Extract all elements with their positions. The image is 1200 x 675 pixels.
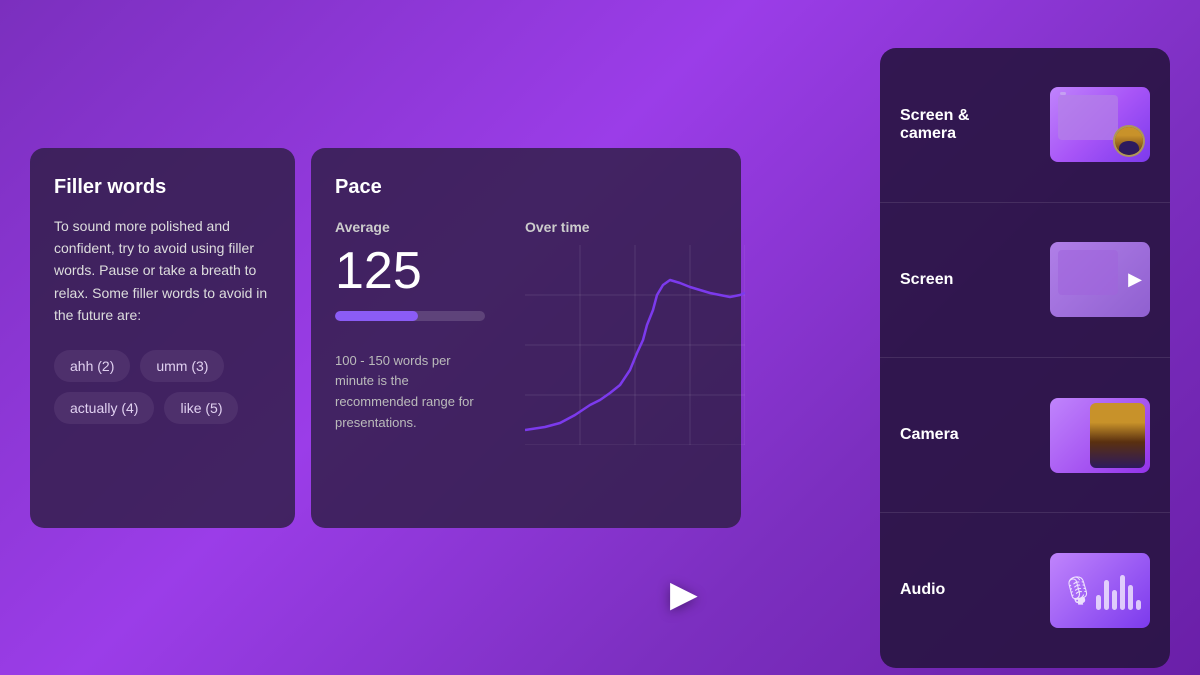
pace-left: Average 125 100 - 150 words per minute i…	[335, 219, 495, 434]
pace-note: 100 - 150 words per minute is the recomm…	[335, 351, 485, 434]
panel-item-screen-camera[interactable]: Screen &camera	[880, 48, 1170, 203]
panel-thumbnail-screen-camera	[1050, 87, 1150, 162]
thumb-camera-bg	[1050, 398, 1150, 473]
filler-tag[interactable]: ahh (2)	[54, 350, 130, 382]
audio-bars	[1096, 570, 1141, 610]
panel-item-camera[interactable]: Camera	[880, 358, 1170, 513]
audio-bar	[1104, 580, 1109, 610]
audio-bar	[1128, 585, 1133, 610]
right-panel: Screen &camera Screen ▶	[880, 48, 1170, 668]
cursor-icon: ▶	[1128, 269, 1142, 290]
pace-average-value: 125	[335, 245, 495, 297]
thumb-screen-bg: ▶	[1050, 242, 1150, 317]
audio-bar	[1096, 595, 1101, 610]
filler-words-title: Filler words	[54, 176, 271, 199]
filler-tag[interactable]: umm (3)	[140, 350, 224, 382]
filler-words-description: To sound more polished and confident, tr…	[54, 215, 271, 327]
panel-thumbnail-screen: ▶	[1050, 242, 1150, 317]
cards-area: Filler words To sound more polished and …	[30, 48, 860, 628]
filler-tags-container: ahh (2) umm (3) actually (4) like (5)	[54, 350, 271, 424]
panel-item-label-screen-camera: Screen &camera	[900, 107, 1050, 143]
pace-bar-fill	[335, 311, 418, 321]
thumb-avatar-icon	[1113, 125, 1145, 157]
audio-bar	[1136, 600, 1141, 610]
avatar-body	[1119, 141, 1139, 155]
filler-tag[interactable]: like (5)	[164, 392, 238, 424]
pace-chart	[525, 245, 745, 445]
filler-tag[interactable]: actually (4)	[54, 392, 154, 424]
audio-bar	[1120, 575, 1125, 610]
pace-title: Pace	[335, 176, 717, 199]
panel-thumbnail-camera	[1050, 398, 1150, 473]
thumb-avatar-large	[1090, 403, 1145, 468]
avatar-face	[1115, 127, 1143, 155]
audio-bar	[1112, 590, 1117, 610]
panel-item-label-screen: Screen	[900, 271, 1050, 289]
panel-item-screen[interactable]: Screen ▶	[880, 203, 1170, 358]
pace-bar-container	[335, 311, 485, 321]
microphone-icon: 🎙	[1060, 574, 1096, 607]
main-layout: Filler words To sound more polished and …	[30, 28, 1170, 648]
panel-item-label-audio: Audio	[900, 581, 1050, 599]
thumb-window-icon	[1058, 95, 1118, 140]
thumb-screen-camera-bg	[1050, 87, 1150, 162]
pace-content: Average 125 100 - 150 words per minute i…	[335, 219, 717, 445]
pace-right: Over time	[525, 219, 745, 445]
pace-card: Pace Average 125 100 - 150 words per min…	[311, 148, 741, 528]
thumb-audio-bg: 🎙	[1050, 553, 1150, 628]
chart-svg	[525, 245, 745, 445]
filler-words-card: Filler words To sound more polished and …	[30, 148, 295, 528]
panel-item-label-camera: Camera	[900, 426, 1050, 444]
over-time-label: Over time	[525, 219, 745, 235]
thumb-screen-window	[1058, 250, 1118, 295]
pace-average-label: Average	[335, 219, 495, 235]
panel-thumbnail-audio: 🎙	[1050, 553, 1150, 628]
panel-item-audio[interactable]: Audio 🎙	[880, 513, 1170, 667]
